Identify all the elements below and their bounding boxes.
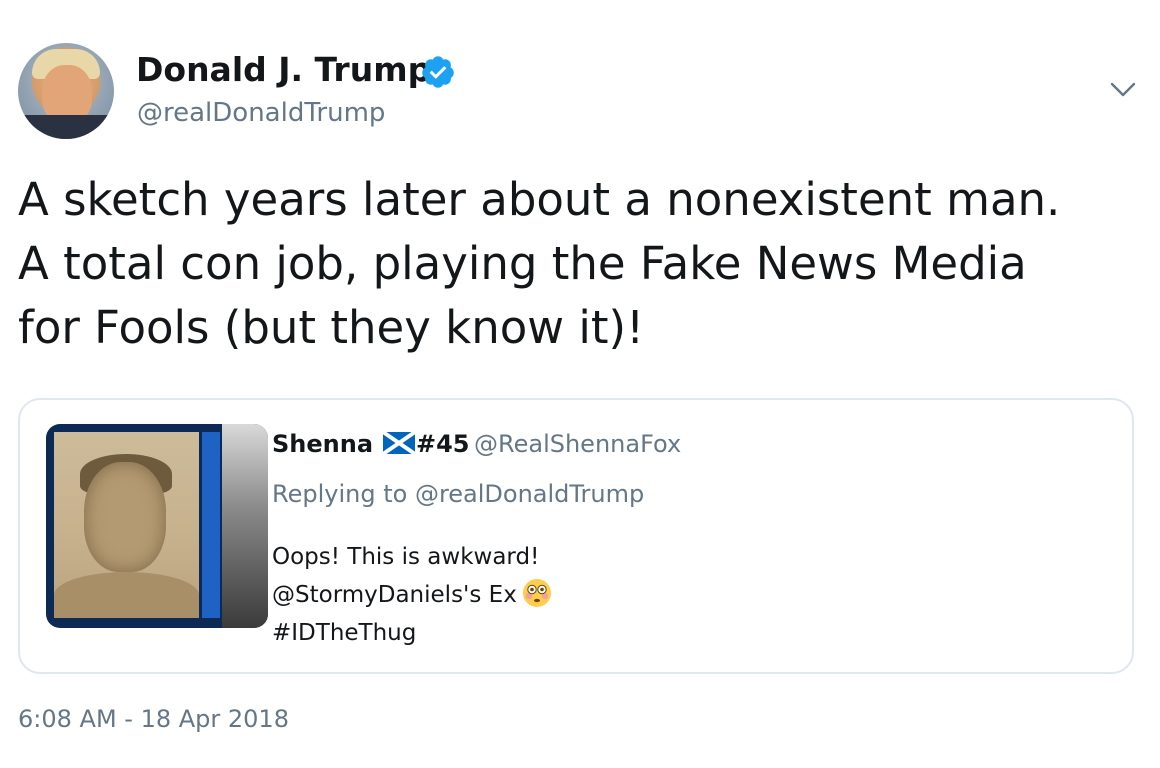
quoted-body-line-mention: @StormyDaniels's Ex [272,576,553,614]
replying-to-prefix: Replying to [272,480,408,508]
quoted-display-name[interactable]: Shenna [272,430,373,458]
sketch-image [54,432,199,618]
sketch-shoulders [54,572,199,618]
tweet-text-line: A sketch years later about a nonexistent… [18,173,1061,226]
replying-to-line: Replying to @realDonaldTrump [272,480,644,508]
tweet-text: A sketch years later about a nonexistent… [18,168,1148,360]
tweet-timestamp[interactable]: 6:08 AM - 18 Apr 2018 [18,705,289,733]
quoted-tweet-image[interactable] [46,424,268,628]
author-display-name[interactable]: Donald J. Trump [136,50,431,89]
quoted-handle[interactable]: @RealShennaFox [474,430,681,458]
quoted-name-suffix: #45 [416,430,470,458]
flushed-face-emoji-icon [522,578,551,607]
chevron-down-icon[interactable] [1108,78,1138,100]
author-avatar[interactable] [18,43,114,139]
verified-badge-icon [422,56,454,88]
image-side-art [222,424,268,628]
author-handle[interactable]: @realDonaldTrump [137,98,385,128]
tweet-text-line: A total con job, playing the Fake News M… [18,237,1027,290]
tweet-container: Donald J. Trump @realDonaldTrump A sketc… [0,0,1160,768]
quoted-body-hashtag[interactable]: #IDTheThug [272,614,553,652]
tweet-text-line: for Fools (but they know it)! [18,301,645,354]
sketch-head [84,462,166,572]
avatar-suit [18,115,114,139]
quoted-body-mention-text[interactable]: @StormyDaniels's Ex [272,582,517,608]
scotland-flag-icon [383,432,415,454]
replying-to-mention[interactable]: @realDonaldTrump [415,480,644,508]
image-frame-strip [202,432,220,618]
quoted-tweet-body: Oops! This is awkward! @StormyDaniels's … [272,538,553,652]
quoted-body-line: Oops! This is awkward! [272,544,540,570]
